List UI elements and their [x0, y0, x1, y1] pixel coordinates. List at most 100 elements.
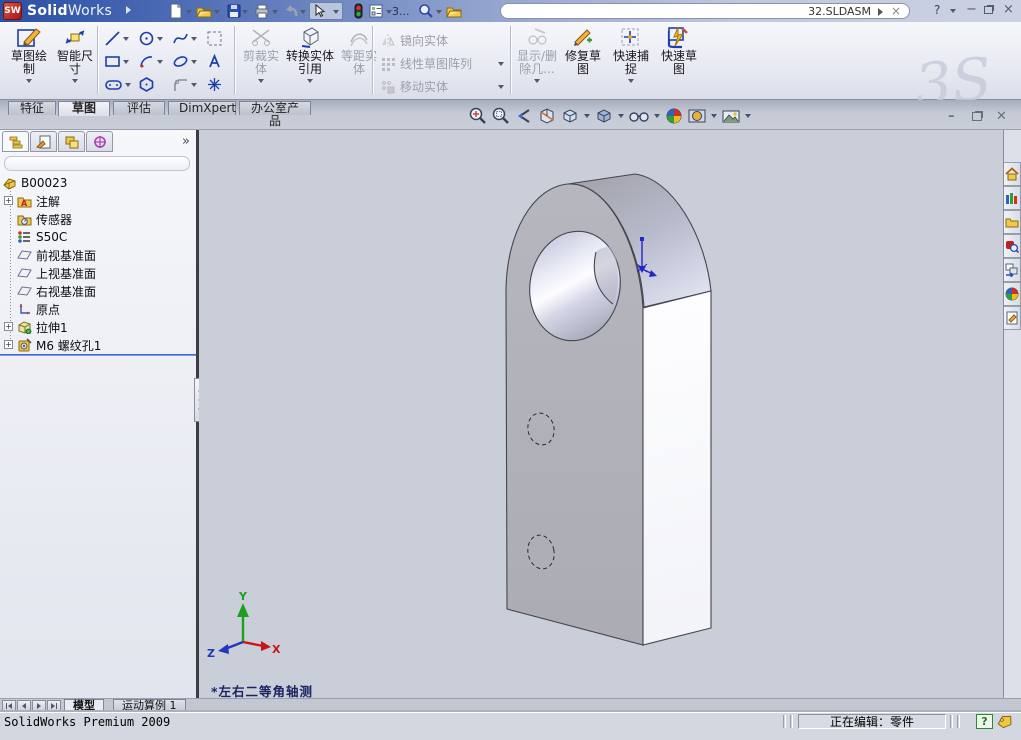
open-dropdown[interactable] — [214, 10, 220, 14]
mirror-entities-button[interactable]: 镜向实体 — [380, 32, 448, 49]
featuremanager-tab[interactable] — [2, 131, 29, 152]
spline-dropdown[interactable] — [191, 36, 197, 41]
part-right-face[interactable] — [642, 290, 712, 646]
new-document-icon[interactable] — [168, 3, 184, 19]
options-icon[interactable] — [368, 3, 384, 19]
rebuild-icon[interactable] — [350, 3, 366, 19]
tab-sketch[interactable]: 草图 — [58, 101, 110, 116]
tree-item-m6-tapped-hole[interactable]: + M6 螺纹孔1 — [0, 336, 196, 354]
line-dropdown[interactable] — [123, 36, 129, 41]
ellipse-dropdown[interactable] — [191, 59, 197, 64]
help-dropdown[interactable] — [950, 9, 956, 13]
arc-tool[interactable] — [138, 53, 163, 70]
tree-item-top-plane[interactable]: 上视基准面 — [0, 264, 196, 282]
tree-item-extrude1[interactable]: + 拉伸1 — [0, 318, 196, 336]
tree-display-pane[interactable] — [4, 156, 190, 171]
rectangle-tool[interactable] — [104, 53, 129, 70]
apply-scene-icon[interactable] — [687, 106, 707, 126]
sketch-button[interactable]: 草图绘制 — [6, 24, 52, 83]
view-orientation-icon[interactable] — [560, 106, 580, 126]
display-delete-relations-button[interactable]: 显示/删除几... — [514, 24, 560, 83]
design-library-tab[interactable] — [1004, 186, 1021, 210]
print-dropdown[interactable] — [272, 10, 278, 14]
search-input[interactable]: 32.SLDASM × — [500, 3, 910, 19]
doc-minimize-button[interactable]: – — [948, 109, 955, 124]
print-icon[interactable] — [254, 3, 270, 19]
new-document-dropdown[interactable] — [186, 10, 192, 14]
move-entities-button[interactable]: 移动实体 — [380, 78, 448, 95]
hide-show-dropdown[interactable] — [654, 114, 660, 118]
hide-show-items-icon[interactable] — [628, 106, 650, 126]
tree-item-right-plane[interactable]: 右视基准面 — [0, 282, 196, 300]
point-tool[interactable] — [206, 76, 223, 93]
tree-item-origin[interactable]: 原点 — [0, 300, 196, 318]
tree-item-material[interactable]: S50C — [0, 228, 196, 246]
tab-office-products[interactable]: 办公室产品 — [239, 101, 311, 128]
tab-dimxpert[interactable]: DimXpert — [168, 101, 236, 115]
repair-sketch-button[interactable]: 修复草图 — [560, 24, 606, 76]
convert-entities-button[interactable]: 转换实体引用 — [284, 24, 336, 83]
tab-scroll-left-button[interactable] — [17, 700, 31, 712]
document-menu-arrow-icon[interactable] — [878, 8, 883, 16]
expand-toggle[interactable]: + — [4, 340, 13, 349]
fillet-dropdown[interactable] — [191, 82, 197, 87]
sketch-fillet-tool[interactable] — [172, 76, 197, 93]
arc-dropdown[interactable] — [157, 59, 163, 64]
window-minimize-button[interactable]: − — [966, 3, 977, 17]
expand-toggle[interactable]: + — [4, 196, 13, 205]
offset-entities-button[interactable]: 等距实体 — [336, 24, 382, 76]
rapid-sketch-button[interactable]: 快速草图 — [656, 24, 702, 76]
window-restore-button[interactable] — [984, 6, 993, 14]
slot-tool[interactable] — [104, 76, 131, 93]
linear-sketch-pattern-button[interactable]: 线性草图阵列 — [380, 55, 472, 72]
circle-tool[interactable] — [138, 30, 163, 47]
search-magnifier-icon[interactable] — [418, 3, 434, 19]
line-tool[interactable] — [104, 30, 129, 47]
select-dropdown[interactable] — [333, 10, 339, 14]
zoom-area-icon[interactable] — [491, 106, 511, 126]
slot-dropdown[interactable] — [125, 82, 131, 87]
file-explorer-tab[interactable] — [1004, 210, 1021, 234]
tab-scroll-first-button[interactable] — [2, 700, 16, 712]
undo-icon[interactable] — [284, 3, 300, 19]
select-tool-button[interactable] — [309, 2, 343, 20]
polygon-tool[interactable] — [138, 76, 155, 93]
smart-dimension-button[interactable]: 智能尺寸 — [52, 24, 98, 83]
model-3d-view[interactable]: Y X Z — [199, 130, 1003, 698]
search-tab[interactable] — [1004, 234, 1021, 258]
display-delete-dropdown[interactable] — [534, 79, 540, 83]
trim-entities-button[interactable]: 剪裁实体 — [238, 24, 284, 83]
view-palette-tab[interactable] — [1004, 258, 1021, 282]
display-style-dropdown[interactable] — [618, 114, 624, 118]
search-dropdown[interactable] — [436, 10, 442, 14]
tab-features[interactable]: 特征 — [8, 101, 56, 115]
circle-dropdown[interactable] — [157, 36, 163, 41]
model-tab[interactable]: 模型 — [64, 699, 104, 712]
open-icon[interactable] — [196, 3, 212, 19]
motion-study-tab[interactable]: 运动算例 1 — [113, 699, 186, 712]
tree-item-sensors[interactable]: 传感器 — [0, 210, 196, 228]
document-close-icon[interactable]: × — [891, 4, 901, 18]
tag-icon[interactable] — [996, 714, 1014, 729]
window-close-button[interactable]: × — [1003, 3, 1014, 17]
save-dropdown[interactable] — [242, 10, 248, 14]
rollback-bar[interactable] — [0, 354, 196, 356]
menu-expand-icon[interactable] — [126, 6, 131, 14]
display-style-icon[interactable] — [594, 106, 614, 126]
tree-item-root[interactable]: B00023 — [0, 174, 196, 192]
tab-scroll-last-button[interactable] — [47, 700, 61, 712]
status-help-button[interactable]: ? — [976, 714, 993, 729]
save-icon[interactable] — [226, 3, 242, 19]
ellipse-tool[interactable] — [172, 53, 197, 70]
doc-restore-button[interactable] — [972, 112, 982, 121]
appearances-scenes-tab[interactable] — [1004, 282, 1021, 306]
propertymanager-tab[interactable] — [30, 131, 57, 152]
apply-scene-dropdown[interactable] — [711, 114, 717, 118]
expand-toggle[interactable]: + — [4, 322, 13, 331]
tab-evaluate[interactable]: 评估 — [113, 101, 165, 115]
view-orientation-dropdown[interactable] — [584, 114, 590, 118]
trim-dropdown[interactable] — [258, 79, 264, 83]
quick-snaps-button[interactable]: 快速捕捉 — [608, 24, 654, 83]
solidworks-resources-tab[interactable] — [1004, 162, 1021, 186]
tab-scroll-right-button[interactable] — [32, 700, 46, 712]
